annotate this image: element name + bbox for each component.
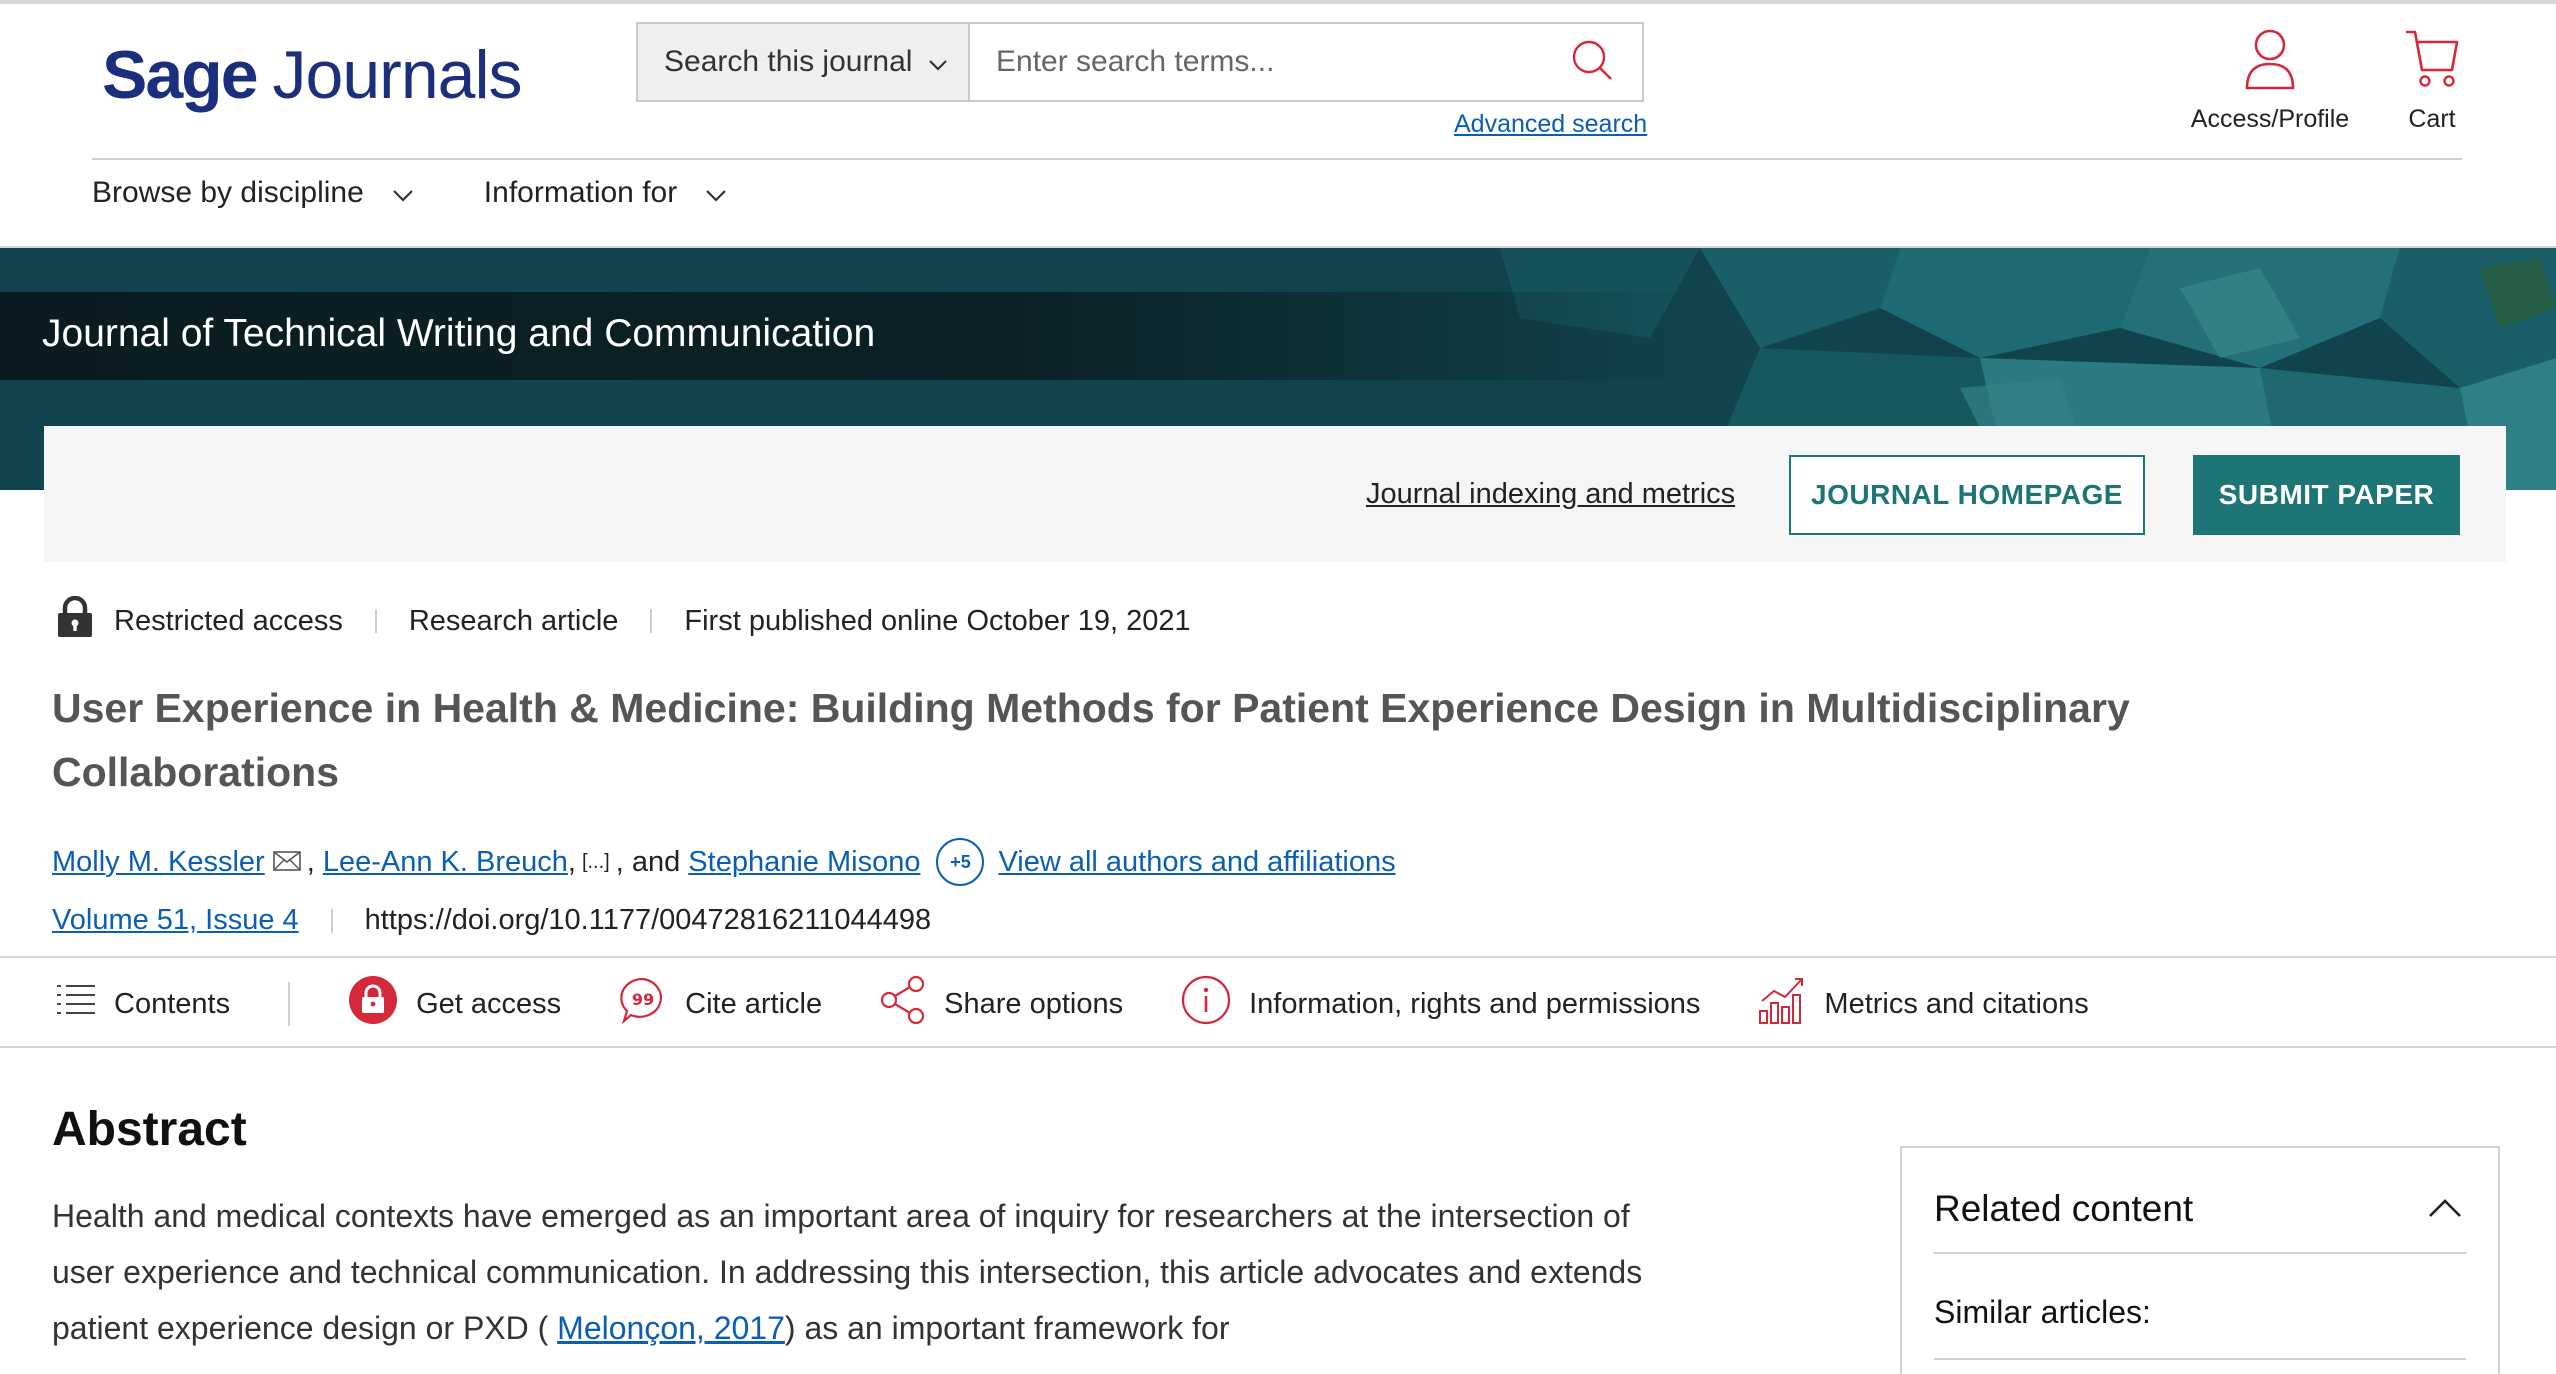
doi-text: https://doi.org/10.1177/0047281621104449… — [364, 904, 932, 936]
chevron-down-icon — [705, 176, 727, 210]
share-options-button[interactable]: Share options — [880, 975, 1123, 1033]
nav-item-label: Information for — [483, 176, 678, 209]
search-icon — [1569, 37, 1615, 88]
access-profile-button[interactable]: Access/Profile — [2190, 28, 2350, 134]
related-divider — [1934, 1358, 2466, 1360]
chevron-down-icon — [928, 45, 948, 79]
article-meta: Restricted access Research article First… — [56, 595, 1191, 646]
svg-text:99: 99 — [632, 990, 654, 1009]
metrics-citations-label: Metrics and citations — [1824, 987, 2089, 1020]
access-status: Restricted access — [114, 604, 343, 637]
information-rights-button[interactable]: Information, rights and permissions — [1181, 975, 1700, 1033]
logo-journals: Journals — [272, 37, 523, 113]
access-profile-label: Access/Profile — [2190, 105, 2350, 133]
author-list: Molly M. Kessler , Lee-Ann K. Breuch , [… — [52, 838, 1396, 886]
information-rights-label: Information, rights and permissions — [1249, 987, 1701, 1020]
get-access-button[interactable]: Get access — [348, 975, 561, 1033]
similar-articles-label: Similar articles: — [1934, 1294, 2151, 1330]
author-link[interactable]: Stephanie Misono — [688, 846, 920, 879]
cite-article-label: Cite article — [685, 987, 823, 1020]
submit-paper-button[interactable]: SUBMIT PAPER — [2193, 455, 2460, 535]
share-options-label: Share options — [944, 987, 1124, 1020]
lock-icon — [348, 975, 398, 1033]
quote-icon: 99 — [619, 976, 667, 1032]
search-scope-label: Search this journal — [664, 45, 913, 78]
main-nav: Browse by discipline Information for — [92, 176, 727, 210]
abstract-text: Health and medical contexts have emerged… — [52, 1188, 1682, 1356]
header-divider — [92, 158, 2462, 160]
metrics-citations-button[interactable]: Metrics and citations — [1758, 975, 2089, 1033]
search-bar: Search this journal — [636, 22, 1644, 102]
volume-issue-link[interactable]: Volume 51, Issue 4 — [52, 904, 299, 937]
article-title: User Experience in Health & Medicine: Bu… — [52, 685, 2130, 795]
advanced-search-link[interactable]: Advanced search — [1454, 110, 1647, 139]
toolbar-bottom-divider — [0, 1046, 2556, 1048]
view-all-authors-link[interactable]: View all authors and affiliations — [998, 846, 1395, 879]
author-separator: , — [306, 845, 323, 878]
user-icon — [2244, 28, 2296, 105]
search-scope-dropdown[interactable]: Search this journal — [638, 24, 970, 100]
share-icon — [880, 975, 926, 1033]
get-access-label: Get access — [416, 987, 562, 1020]
cite-article-button[interactable]: 99 Cite article — [619, 976, 822, 1032]
chevron-down-icon — [392, 176, 414, 210]
cart-label: Cart — [2408, 105, 2456, 133]
journal-homepage-button[interactable]: JOURNAL HOMEPAGE — [1789, 455, 2145, 535]
nav-item-label: Browse by discipline — [92, 176, 364, 209]
email-icon[interactable] — [272, 846, 301, 879]
nav-browse-by-discipline[interactable]: Browse by discipline — [92, 176, 414, 210]
related-content-panel: Related content Similar articles: — [1900, 1146, 2500, 1374]
top-border — [0, 0, 2556, 4]
related-content-heading[interactable]: Related content — [1934, 1188, 2193, 1230]
abstract-heading: Abstract — [52, 1103, 247, 1156]
volume-doi-row: Volume 51, Issue 4 https://doi.org/10.11… — [52, 904, 931, 937]
list-icon — [56, 983, 96, 1025]
author-space — [680, 846, 688, 879]
cart-icon — [2404, 28, 2460, 105]
meta-separator — [650, 609, 653, 633]
meta-separator — [330, 908, 333, 933]
cart-button[interactable]: Cart — [2396, 28, 2468, 134]
article-type: Research article — [408, 604, 619, 637]
publication-date: First published online October 19, 2021 — [684, 604, 1191, 637]
abstract-text-part: ) as an important framework for — [784, 1310, 1230, 1346]
logo-sage: Sage — [102, 37, 259, 113]
article-toolbar: Contents Get access 99 Cite article Shar… — [56, 975, 2147, 1033]
toolbar-separator — [288, 982, 291, 1026]
info-icon — [1181, 975, 1231, 1033]
author-link[interactable]: Lee-Ann K. Breuch — [323, 846, 568, 879]
author-conjunction: , and — [615, 845, 681, 878]
contents-label: Contents — [114, 987, 231, 1020]
authors-collapsed[interactable]: [...] — [582, 851, 610, 874]
author-separator: , — [567, 845, 576, 878]
toolbar-top-divider — [0, 956, 2556, 958]
related-divider — [1934, 1252, 2466, 1254]
lock-icon — [56, 595, 94, 646]
search-input[interactable] — [970, 24, 1542, 100]
chevron-up-icon[interactable] — [2428, 1198, 2462, 1223]
bar-chart-icon — [1758, 975, 1806, 1033]
citation-link[interactable]: Melonçon, 2017 — [557, 1310, 785, 1346]
contents-button[interactable]: Contents — [56, 983, 230, 1025]
sage-journals-logo[interactable]: Sage Journals — [102, 36, 523, 114]
meta-separator — [374, 609, 377, 633]
journal-title[interactable]: Journal of Technical Writing and Communi… — [42, 312, 875, 356]
more-authors-badge[interactable]: +5 — [936, 838, 985, 886]
search-button[interactable] — [1542, 24, 1642, 100]
nav-information-for[interactable]: Information for — [484, 176, 727, 210]
author-link[interactable]: Molly M. Kessler — [52, 846, 265, 879]
journal-indexing-link[interactable]: Journal indexing and metrics — [1366, 478, 1735, 511]
